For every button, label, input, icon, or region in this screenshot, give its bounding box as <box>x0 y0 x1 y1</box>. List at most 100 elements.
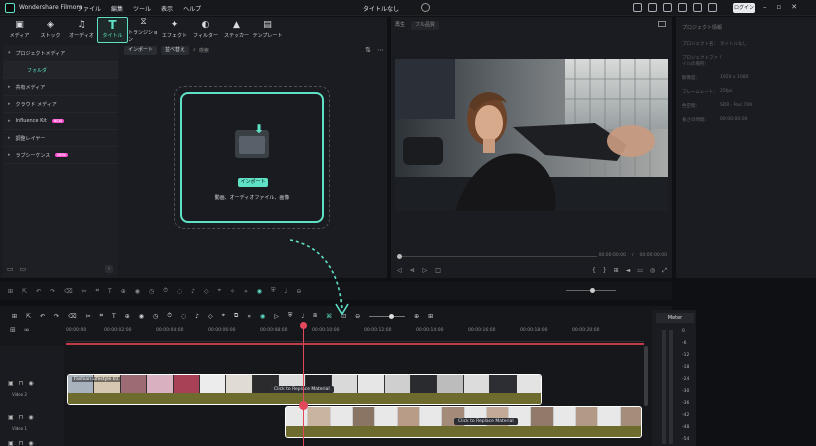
maximize-icon[interactable]: ▫ <box>777 3 782 11</box>
speaker-icon[interactable]: ◉ <box>28 440 33 446</box>
sort-dropdown[interactable]: 並べ替え <box>161 45 190 55</box>
tab-transitions[interactable]: ⧖ トランジション <box>128 17 159 43</box>
close-icon[interactable]: ✕ <box>791 3 797 11</box>
text-icon[interactable]: T <box>108 288 112 295</box>
import-drop-zone[interactable]: ⬇ インポート 動画、オーディオファイル、画像 <box>180 92 324 223</box>
link-icon[interactable]: ⌘ <box>326 313 332 320</box>
zoom-in-icon[interactable]: ⊕ <box>414 313 419 320</box>
snap-icon[interactable]: ⧈ <box>313 312 317 320</box>
tab-effects[interactable]: ✦ エフェクト <box>159 17 190 43</box>
timeline-scrollbar[interactable] <box>644 346 648 406</box>
zoom-icon[interactable]: ⊕ <box>125 313 130 320</box>
lock-icon[interactable]: ⊓ <box>19 380 24 387</box>
replace-material-tooltip[interactable]: Click to Replace Material <box>270 386 334 393</box>
text-icon[interactable]: T <box>112 313 116 320</box>
quality-dropdown[interactable]: フル品質 <box>411 21 440 30</box>
select-icon[interactable]: ⇱ <box>26 313 31 320</box>
redo-icon[interactable]: ↷ <box>54 313 59 320</box>
folder-icon[interactable]: ▭ <box>20 265 27 273</box>
download-icon[interactable] <box>693 3 702 12</box>
layout-icon[interactable] <box>633 3 642 12</box>
sidebar-item-cloud-media[interactable]: ▸ クラウド メディア <box>3 96 118 113</box>
link-tracks-icon[interactable]: ∞ <box>24 326 30 334</box>
eye-icon[interactable]: ◉ <box>28 380 33 387</box>
select-icon[interactable]: ⇱ <box>22 288 27 295</box>
split-icon[interactable]: ✂ <box>82 288 87 295</box>
filter-list-icon[interactable]: ⇅ <box>365 46 371 54</box>
redo-icon[interactable]: ↷ <box>50 288 55 295</box>
color-icon[interactable]: ◉ <box>135 288 140 295</box>
zoom-knob[interactable] <box>590 288 595 293</box>
tab-stickers[interactable]: ▲ ステッカー <box>221 17 252 43</box>
project-info-icon[interactable] <box>421 3 430 12</box>
shield-icon[interactable]: ⛨ <box>288 312 293 320</box>
playhead-marker[interactable] <box>299 401 308 410</box>
mark-out-icon[interactable]: } <box>603 267 607 275</box>
lock-icon[interactable]: ⊓ <box>19 414 24 421</box>
stop-icon[interactable]: □ <box>435 267 441 275</box>
tab-filters[interactable]: ◐ フィルター <box>190 17 221 43</box>
timeline-zoom-slider[interactable] <box>369 313 406 319</box>
time-ruler[interactable]: 00:00:00 00:00:02:00 00:00:04:00 00:00:0… <box>66 326 644 346</box>
more-tools-icon[interactable]: » <box>247 313 251 320</box>
zoom-out-icon[interactable]: ⊖ <box>355 313 360 320</box>
stabilize-icon[interactable]: ⌖ <box>218 287 221 295</box>
undo-icon[interactable]: ↶ <box>36 288 41 295</box>
display-icon[interactable]: ▭ <box>637 267 643 275</box>
ai-icon[interactable]: ✧ <box>230 288 235 295</box>
sidebar-item-shared-media[interactable]: ▸ 共有メディア <box>3 79 118 96</box>
replace-icon[interactable]: ⧉ <box>234 312 238 320</box>
fullscreen-icon[interactable]: ⤢ <box>662 267 667 275</box>
menu-file[interactable]: ファイル <box>77 4 101 13</box>
preview-scrubber[interactable]: 00:00:00:00 / 00:00:00:00 <box>397 253 667 259</box>
render-preview-icon[interactable]: ◉ <box>257 288 262 295</box>
keyframe-icon[interactable]: ◇ <box>208 313 213 320</box>
mask-icon[interactable]: ◌ <box>181 313 186 320</box>
mic-icon[interactable]: ♩ <box>285 288 288 295</box>
zoom-slider[interactable] <box>566 288 616 293</box>
import-dropdown[interactable]: インポート <box>124 45 158 55</box>
play-icon[interactable]: ▷ <box>423 267 428 275</box>
prev-frame-icon[interactable]: ◁ <box>397 267 402 275</box>
monitor-icon[interactable] <box>648 3 657 12</box>
menu-tools[interactable]: ツール <box>133 4 151 13</box>
lock-icon[interactable]: ⊓ <box>19 440 24 446</box>
mask-icon[interactable]: ◌ <box>177 288 182 295</box>
zoom-out-icon[interactable]: ⊖ <box>296 288 301 295</box>
keyframe-icon[interactable]: ◇ <box>204 288 209 295</box>
playhead-handle[interactable] <box>300 322 307 329</box>
crop-icon[interactable]: ⌗ <box>96 287 99 295</box>
account-icon[interactable] <box>708 3 717 12</box>
marker-icon[interactable]: ⊡ <box>341 313 346 320</box>
color-icon[interactable]: ◉ <box>139 313 144 320</box>
audio-icon[interactable]: ♪ <box>195 313 199 320</box>
snapshot-icon[interactable] <box>658 21 666 27</box>
login-button[interactable]: ログイン <box>733 3 755 13</box>
tab-media[interactable]: ▣ メディア <box>4 17 35 43</box>
minimize-icon[interactable]: – <box>763 3 767 11</box>
crop-icon[interactable]: ⌗ <box>100 312 103 320</box>
delete-icon[interactable]: ⌫ <box>68 313 76 320</box>
mic-icon[interactable]: ♩ <box>301 313 304 320</box>
menu-edit[interactable]: 編集 <box>111 4 123 13</box>
sidebar-item-adjustment-layer[interactable]: ▸ 調整レイヤー <box>3 130 118 147</box>
render-icon[interactable]: ⊞ <box>614 267 619 275</box>
tab-templates[interactable]: ▤ テンプレート <box>252 17 283 43</box>
timer-icon[interactable]: ⏱ <box>163 287 168 295</box>
scrub-handle[interactable] <box>397 254 402 259</box>
menu-view[interactable]: 表示 <box>161 4 173 13</box>
mark-in-icon[interactable]: { <box>592 267 596 275</box>
add-track-icon[interactable]: ⊞ <box>10 326 16 334</box>
volume-icon[interactable]: ◄ <box>626 267 631 275</box>
tab-audio[interactable]: ♫ オーディオ <box>66 17 97 43</box>
split-icon[interactable]: ✂ <box>86 313 91 320</box>
replace-material-tooltip[interactable]: Click to Replace Material <box>454 418 518 425</box>
zoom-icon[interactable]: ⊕ <box>121 288 126 295</box>
eye-icon[interactable]: ◉ <box>28 414 33 421</box>
support-icon[interactable] <box>678 3 687 12</box>
grid-icon[interactable]: ⊞ <box>12 313 17 320</box>
tab-titles[interactable]: T タイトル <box>97 17 128 43</box>
tab-stock[interactable]: ◈ ストック <box>35 17 66 43</box>
more-tools-icon[interactable]: » <box>244 288 248 295</box>
audio-icon[interactable]: ♪ <box>191 288 195 295</box>
